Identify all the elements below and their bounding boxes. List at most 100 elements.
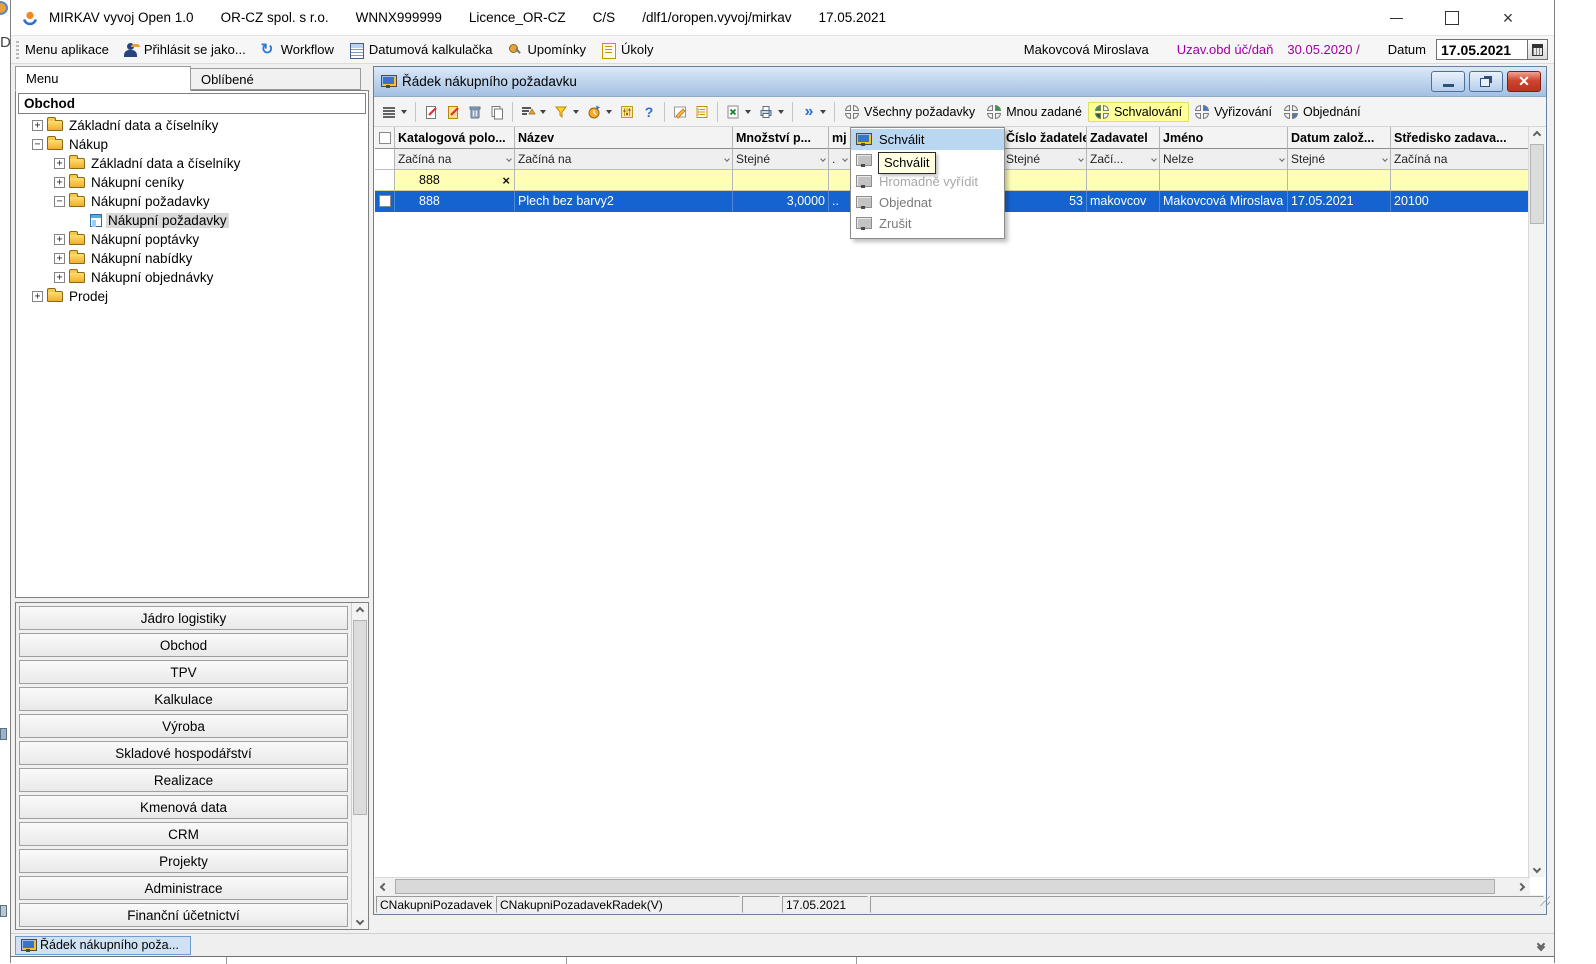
dropdown-arrow-icon[interactable] bbox=[573, 110, 579, 114]
module-jadro-logistiky[interactable]: Jádro logistiky bbox=[19, 606, 348, 630]
tree-item-nakupni-nabidky[interactable]: + Nákupní nabídky bbox=[16, 249, 368, 268]
tab-oblibene[interactable]: Oblíbené bbox=[191, 68, 361, 90]
menu-item-hromadne-vyridit[interactable]: Hromadně vyřídit bbox=[851, 171, 1004, 192]
settings-sliders-icon[interactable] bbox=[616, 101, 638, 123]
filter-mnozstvi-combo[interactable]: Stejné bbox=[733, 149, 829, 170]
module-projekty[interactable]: Projekty bbox=[19, 849, 348, 873]
menu-aplikace-button[interactable]: Menu aplikace bbox=[25, 42, 109, 57]
cell-nazev[interactable]: Plech bez barvy2 bbox=[515, 191, 733, 212]
clear-filter-icon[interactable]: × bbox=[502, 173, 511, 188]
column-header-mj[interactable]: mj bbox=[829, 127, 851, 149]
module-obchod[interactable]: Obchod bbox=[19, 633, 348, 657]
row-checkbox[interactable] bbox=[375, 191, 395, 212]
tree-item-nakupni-pozadavky-selected[interactable]: Nákupní požadavky bbox=[16, 211, 368, 230]
scroll-down-button[interactable] bbox=[1529, 861, 1545, 877]
scroll-up-button[interactable] bbox=[1529, 127, 1545, 143]
cell-jmeno[interactable]: Makovcová Miroslava bbox=[1160, 191, 1288, 212]
prihlasit-se-button[interactable]: Přihlásit se jako... bbox=[123, 42, 246, 58]
tree-item-nakupni-pozadavky-folder[interactable]: − Nákupní požadavky bbox=[16, 192, 368, 211]
expand-icon[interactable]: + bbox=[32, 120, 43, 131]
quick-filter-mj-input[interactable] bbox=[829, 170, 851, 191]
column-header-nazev[interactable]: Název bbox=[515, 127, 733, 149]
tree-item-zakladni-data-nakup[interactable]: + Základní data a číselníky bbox=[16, 154, 368, 173]
module-administrace[interactable]: Administrace bbox=[19, 876, 348, 900]
dropdown-arrow-icon[interactable] bbox=[778, 110, 784, 114]
scrollbar-thumb[interactable] bbox=[1530, 144, 1544, 224]
filter-icon[interactable] bbox=[550, 101, 572, 123]
help-icon[interactable]: ? bbox=[638, 101, 660, 123]
column-header-jmeno[interactable]: Jméno bbox=[1160, 127, 1288, 149]
scroll-up-button[interactable] bbox=[352, 603, 368, 619]
filter-jmeno-combo[interactable]: Nelze bbox=[1160, 149, 1288, 170]
tab-menu[interactable]: Menu bbox=[15, 66, 191, 91]
quick-filter-nazev-input[interactable] bbox=[515, 170, 733, 191]
filter-mj-combo[interactable]: . bbox=[829, 149, 851, 170]
scrollbar-thumb[interactable] bbox=[353, 620, 367, 815]
dropdown-arrow-icon[interactable] bbox=[401, 110, 407, 114]
cell-datum-zalozeni[interactable]: 17.05.2021 bbox=[1288, 191, 1391, 212]
scroll-left-button[interactable] bbox=[375, 878, 393, 895]
filter-cislo-zadatele-combo[interactable]: Stejné bbox=[1003, 149, 1087, 170]
grid-horizontal-scrollbar[interactable] bbox=[375, 877, 1530, 895]
tree-item-nakupni-objednavky[interactable]: + Nákupní objednávky bbox=[16, 268, 368, 287]
list-view-icon[interactable] bbox=[378, 101, 400, 123]
cell-zadavatel[interactable]: makovcov bbox=[1087, 191, 1160, 212]
filter-nazev-combo[interactable]: Začíná na bbox=[515, 149, 733, 170]
filter-datum-combo[interactable]: Stejné bbox=[1288, 149, 1391, 170]
cell-katalogova[interactable]: 888 bbox=[395, 191, 515, 212]
menu-item-zrusit[interactable]: Zrušit bbox=[851, 213, 1004, 234]
expand-icon[interactable]: + bbox=[54, 234, 65, 245]
column-header-katalogova-polozka[interactable]: Katalogová polo... bbox=[395, 127, 515, 149]
quick-filter-jmeno-input[interactable] bbox=[1160, 170, 1288, 191]
menu-item-schvalit-selected[interactable]: Schválit bbox=[851, 129, 1004, 150]
taskbar-item-radek-nakupniho-pozadavku[interactable]: Řádek nákupního poža... bbox=[15, 936, 191, 955]
collapse-icon[interactable]: − bbox=[32, 139, 43, 150]
grid-vertical-scrollbar[interactable] bbox=[1528, 127, 1545, 877]
workflow-button[interactable]: Workflow bbox=[260, 42, 334, 58]
more-actions-icon[interactable]: » bbox=[797, 101, 819, 123]
column-header-mnozstvi[interactable]: Množství p... bbox=[733, 127, 829, 149]
datumova-kalkulacka-button[interactable]: Datumová kalkulačka bbox=[348, 42, 493, 58]
tree-item-nakupni-poptavky[interactable]: + Nákupní poptávky bbox=[16, 230, 368, 249]
scroll-right-button[interactable] bbox=[1512, 878, 1530, 895]
quick-filter-zadavatel-input[interactable] bbox=[1087, 170, 1160, 191]
dropdown-arrow-icon[interactable] bbox=[540, 110, 546, 114]
print-icon[interactable] bbox=[755, 101, 777, 123]
cell-stredisko[interactable]: 20100 bbox=[1391, 191, 1528, 212]
ukoly-button[interactable]: Úkoly bbox=[600, 42, 654, 58]
column-header-cislo-zadatele[interactable]: Číslo žadatele bbox=[1003, 127, 1087, 149]
cell-mj[interactable]: .. bbox=[829, 191, 851, 212]
column-header-zadavatel[interactable]: Zadavatel bbox=[1087, 127, 1160, 149]
filter-stredisko-combo[interactable]: Začíná na bbox=[1391, 149, 1528, 170]
module-vyroba[interactable]: Výroba bbox=[19, 714, 348, 738]
filter-zadavatel-combo[interactable]: Začí... bbox=[1087, 149, 1160, 170]
expand-icon[interactable]: + bbox=[54, 253, 65, 264]
view-objednani[interactable]: Objednání bbox=[1278, 103, 1367, 121]
module-kalkulace[interactable]: Kalkulace bbox=[19, 687, 348, 711]
quick-filter-cislo-input[interactable] bbox=[1003, 170, 1087, 191]
module-crm[interactable]: CRM bbox=[19, 822, 348, 846]
upominky-button[interactable]: Upomínky bbox=[506, 42, 586, 58]
module-realizace[interactable]: Realizace bbox=[19, 768, 348, 792]
tree-item-zakladni-data[interactable]: + Základní data a číselníky bbox=[16, 116, 368, 135]
child-titlebar[interactable]: Řádek nákupního požadavku ✕ bbox=[374, 67, 1546, 97]
quick-filter-katalogova-input[interactable]: 888 × bbox=[395, 170, 515, 191]
quick-filter-mnozstvi-input[interactable] bbox=[733, 170, 829, 191]
expand-icon[interactable]: + bbox=[54, 158, 65, 169]
calendar-button[interactable] bbox=[1528, 39, 1548, 60]
scroll-down-button[interactable] bbox=[352, 913, 368, 929]
quick-filter-stredisko-input[interactable] bbox=[1391, 170, 1528, 191]
module-skladove-hospodarstvi[interactable]: Skladové hospodářství bbox=[19, 741, 348, 765]
filter-katalogova-combo[interactable]: Začíná na bbox=[395, 149, 515, 170]
history-icon[interactable] bbox=[583, 101, 605, 123]
dropdown-arrow-icon[interactable] bbox=[745, 110, 751, 114]
expand-taskbar-chevrons-icon[interactable] bbox=[1538, 941, 1544, 950]
view-vsechny-pozadavky[interactable]: Všechny požadavky bbox=[839, 103, 981, 121]
column-header-datum-zalozeni[interactable]: Datum založ... bbox=[1288, 127, 1391, 149]
expand-icon[interactable]: + bbox=[54, 177, 65, 188]
module-kmenova-data[interactable]: Kmenová data bbox=[19, 795, 348, 819]
select-all-checkbox[interactable] bbox=[375, 127, 395, 149]
expand-icon[interactable]: + bbox=[54, 272, 65, 283]
task-list-icon[interactable] bbox=[691, 101, 713, 123]
view-vyrizovani[interactable]: Vyřizování bbox=[1189, 103, 1278, 121]
